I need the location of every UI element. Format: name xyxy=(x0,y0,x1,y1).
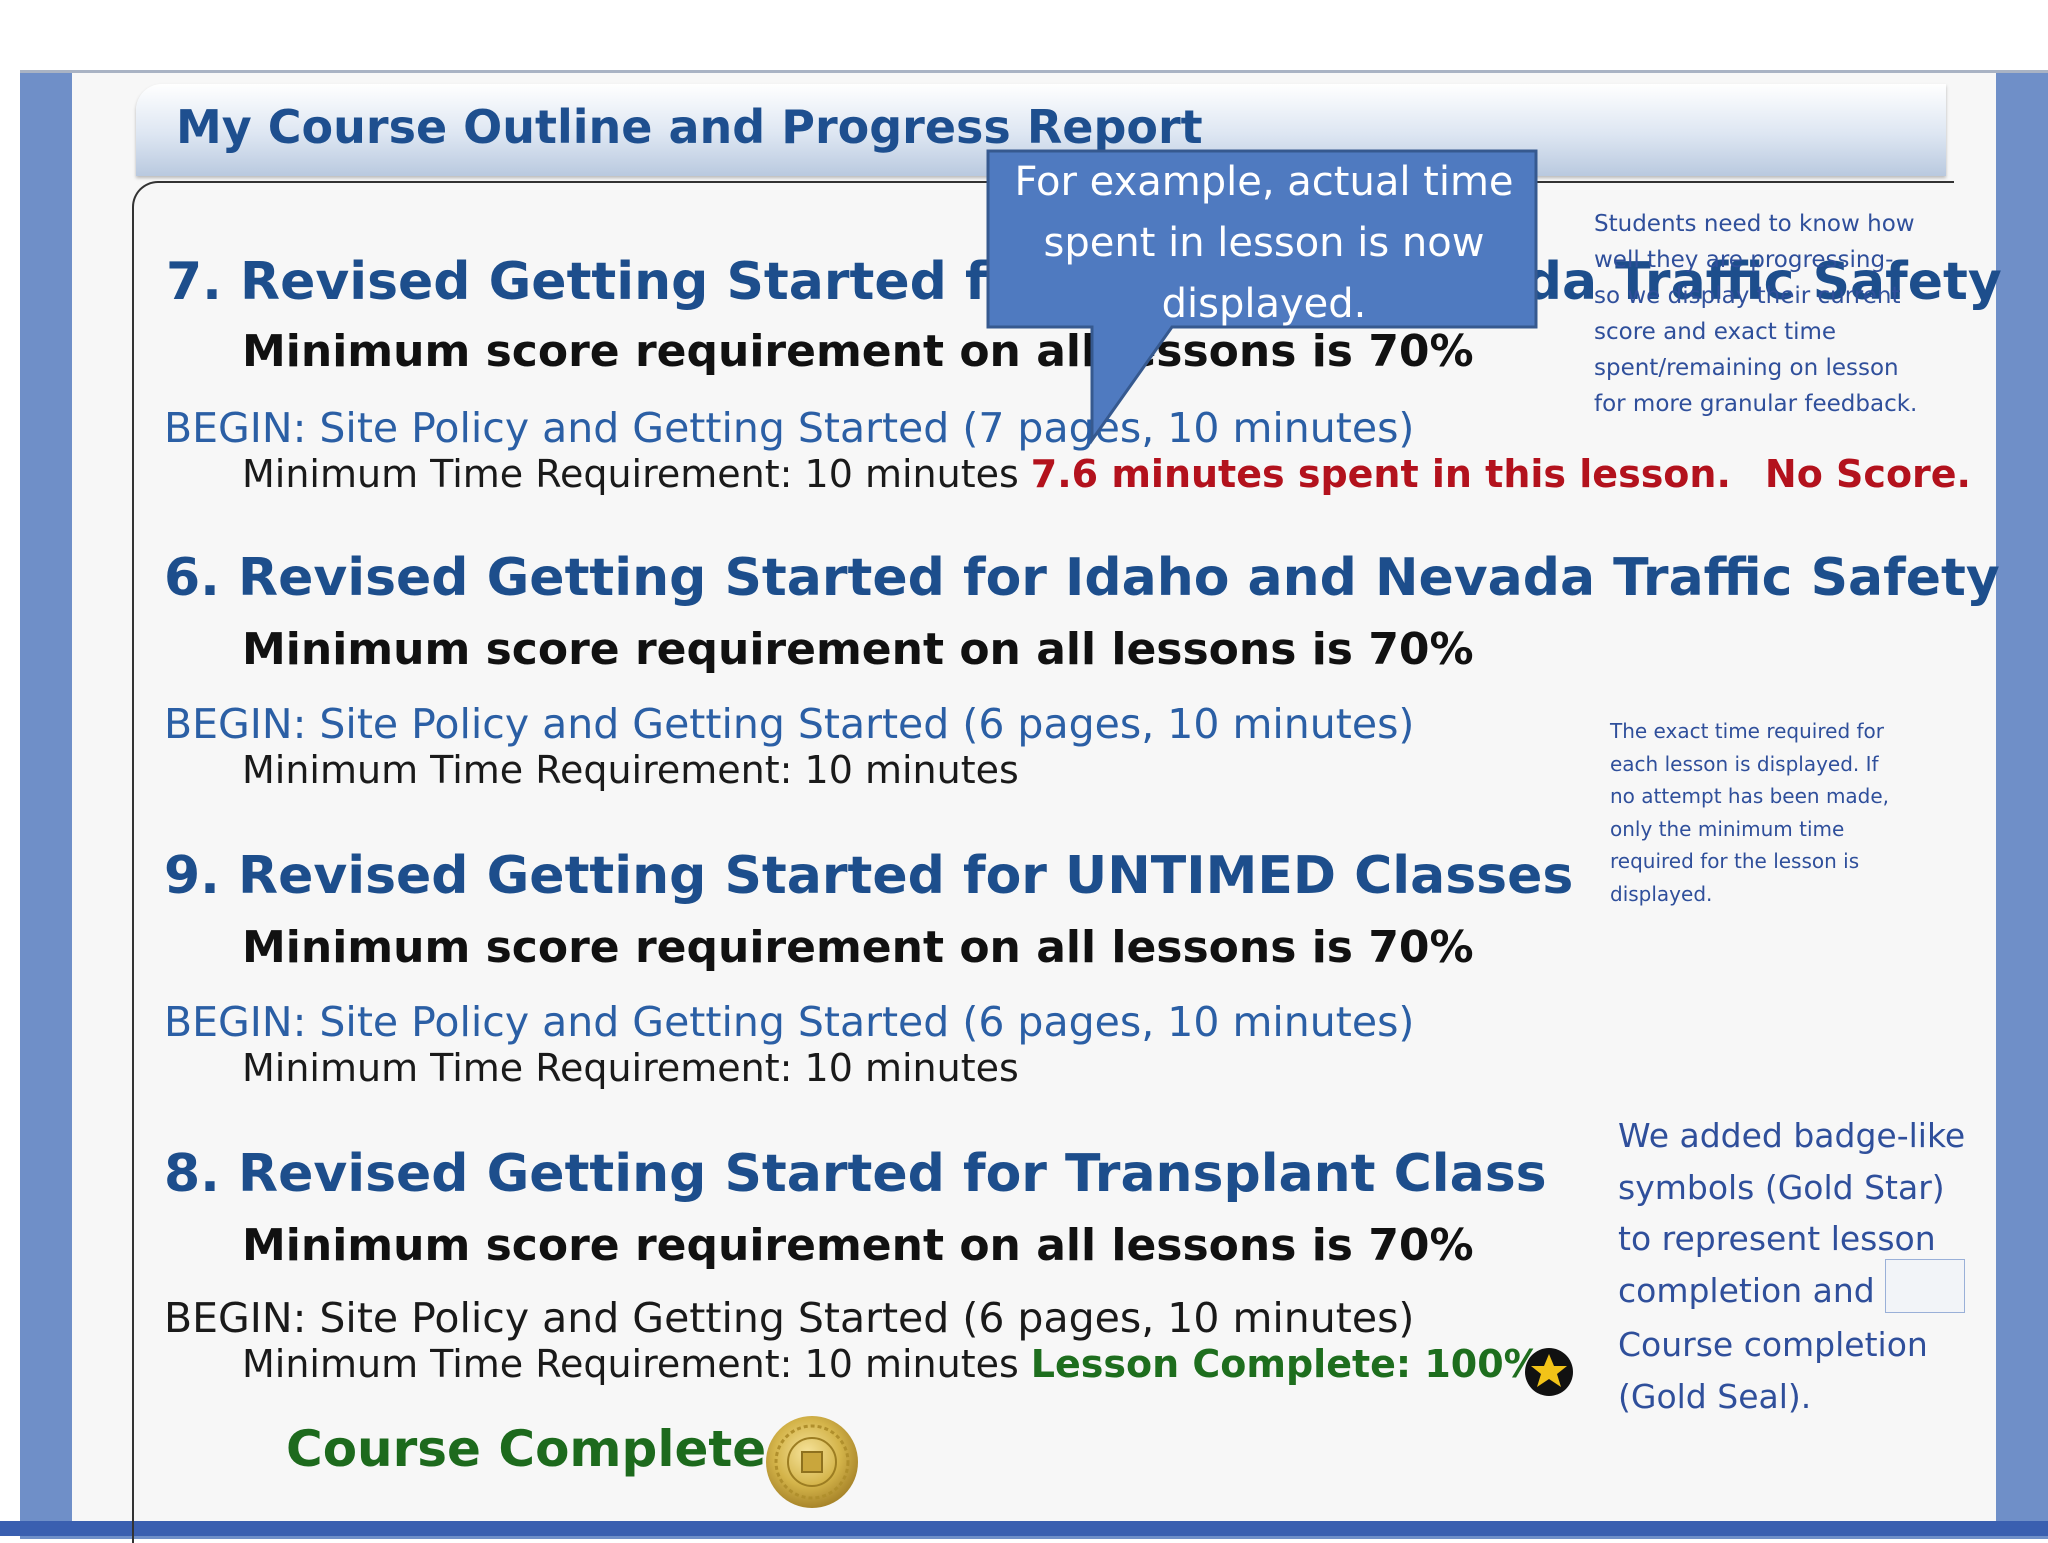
callout-text: For example, actual time spent in lesson… xyxy=(1014,159,1514,327)
